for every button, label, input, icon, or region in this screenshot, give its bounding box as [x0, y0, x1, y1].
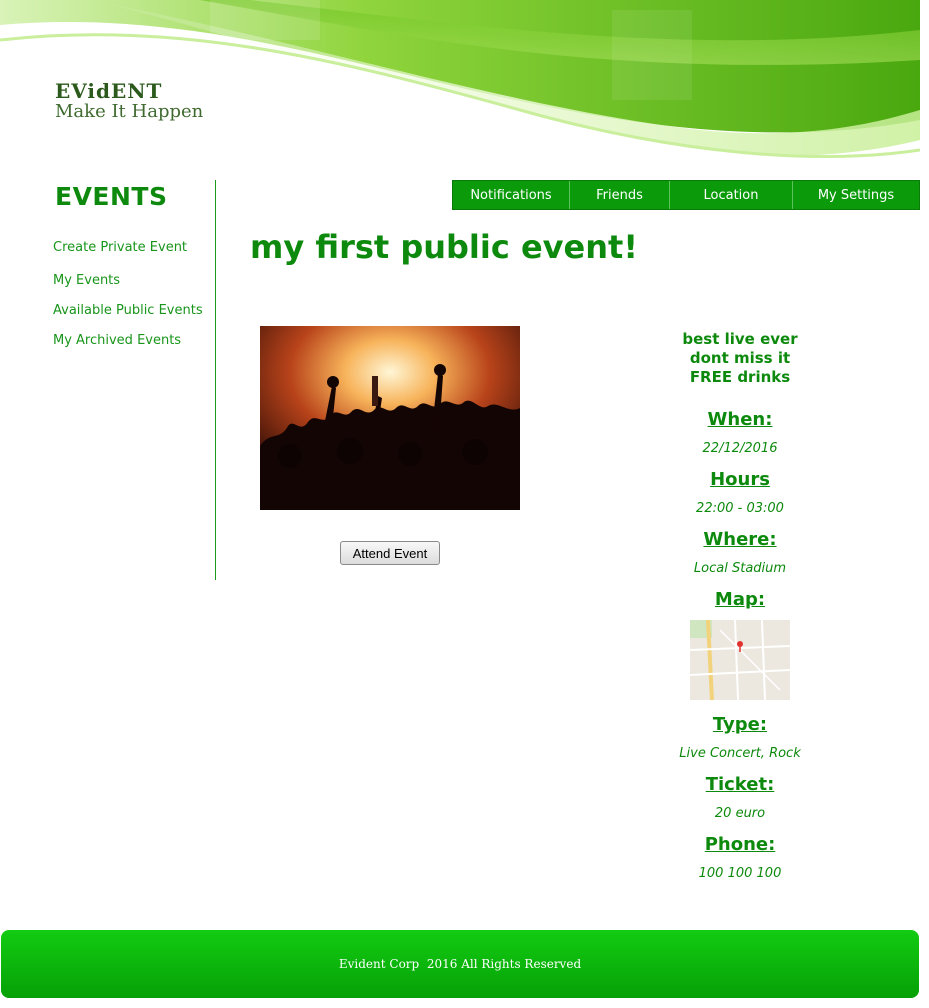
ticket-value: 20 euro: [714, 806, 766, 821]
header-banner: EVidENT Make It Happen: [0, 0, 920, 172]
nav-item-my-settings[interactable]: My Settings: [793, 181, 919, 209]
hours-value: 22:00 - 03:00: [696, 501, 784, 516]
event-title: my first public event!: [250, 228, 638, 266]
concert-photo: [260, 326, 520, 510]
nav-item-friends[interactable]: Friends: [570, 181, 670, 209]
attend-event-button[interactable]: Attend Event: [340, 541, 440, 565]
sidebar: EVENTS Create Private Event My Events Av…: [0, 180, 216, 580]
sidebar-item-available-public-events[interactable]: Available Public Events: [53, 303, 203, 318]
event-description: best live ever dont miss it FREE drinks: [650, 330, 830, 387]
where-label: Where:: [703, 529, 777, 550]
description-line: best live ever: [682, 330, 798, 348]
description-line: dont miss it: [689, 349, 791, 367]
description-line: FREE drinks: [689, 368, 791, 386]
sidebar-item-my-archived-events[interactable]: My Archived Events: [53, 333, 181, 348]
event-details: best live ever dont miss it FREE drinks …: [650, 330, 830, 881]
phone-value: 100 100 100: [698, 866, 782, 881]
when-label: When:: [707, 409, 773, 430]
sidebar-title: EVENTS: [55, 182, 168, 211]
top-nav: Notifications Friends Location My Settin…: [452, 180, 920, 210]
nav-item-notifications[interactable]: Notifications: [453, 181, 570, 209]
brand-logo[interactable]: EVidENT Make It Happen: [55, 80, 203, 122]
hours-label: Hours: [710, 469, 770, 490]
sidebar-item-my-events[interactable]: My Events: [53, 273, 120, 288]
sidebar-divider: [215, 180, 216, 580]
nav-item-location[interactable]: Location: [670, 181, 793, 209]
map-thumbnail[interactable]: [690, 620, 790, 700]
when-value: 22/12/2016: [702, 441, 778, 456]
phone-label: Phone:: [704, 834, 776, 855]
footer-copyright: Evident Corp 2016 All Rights Reserved: [338, 957, 582, 971]
where-value: Local Stadium: [693, 561, 787, 576]
map-label: Map:: [714, 589, 766, 610]
brand-name: EVidENT: [55, 79, 163, 103]
sidebar-item-create-private-event[interactable]: Create Private Event: [53, 240, 187, 255]
footer: Evident Corp 2016 All Rights Reserved: [1, 930, 919, 998]
ticket-label: Ticket:: [705, 774, 775, 795]
type-value: Live Concert, Rock: [679, 746, 801, 761]
brand-tagline: Make It Happen: [55, 101, 204, 122]
type-label: Type:: [712, 714, 768, 735]
